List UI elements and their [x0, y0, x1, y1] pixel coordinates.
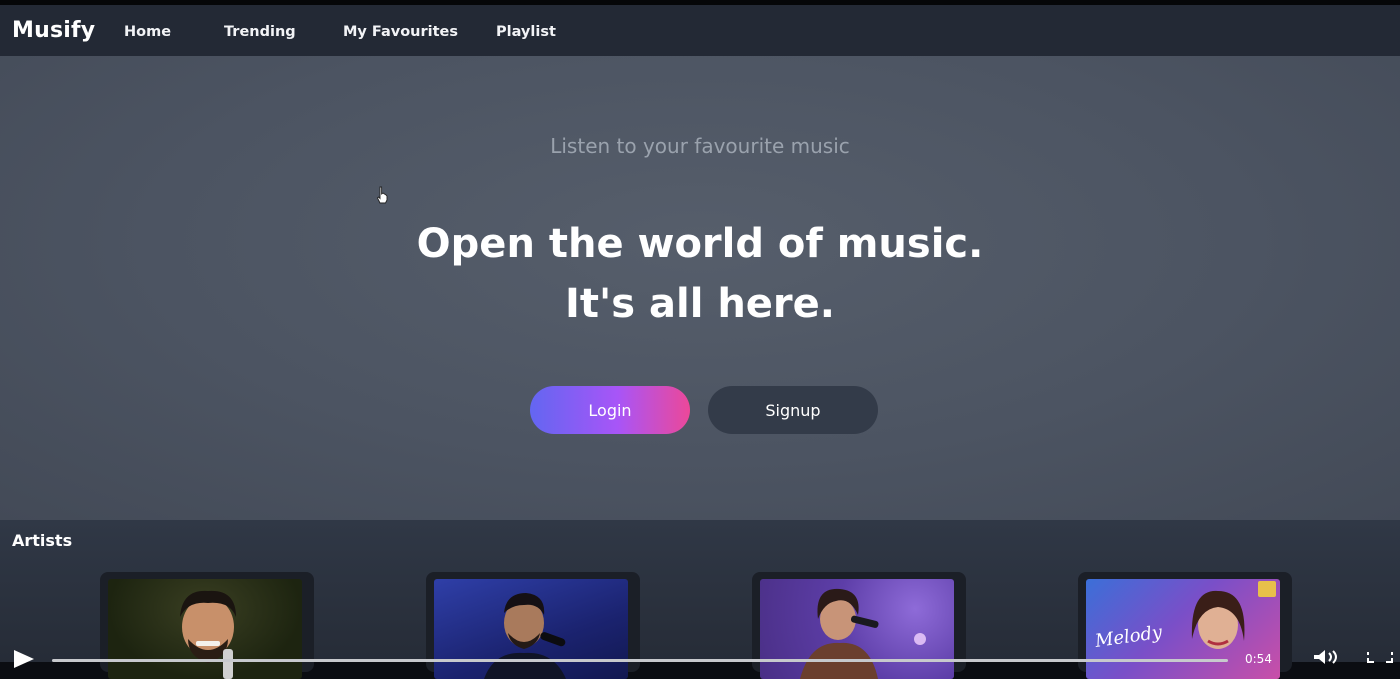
top-navbar: Musify Home Trending My Favourites Playl…	[0, 5, 1400, 56]
hero-tagline: Listen to your favourite music	[550, 134, 850, 158]
artists-section: Artists Melody	[0, 520, 1400, 679]
brand-logo[interactable]: Musify	[12, 18, 95, 43]
video-player-bar: 0:54	[0, 648, 1400, 668]
artist-photo-1	[108, 579, 302, 679]
nav-link-my-favourites[interactable]: My Favourites	[343, 24, 458, 40]
hero-section: Listen to your favourite music Open the …	[0, 56, 1400, 520]
artist-photo-3	[760, 579, 954, 679]
artists-heading: Artists	[12, 531, 73, 550]
artist-photo-2	[434, 579, 628, 679]
hero-headline-line2: It's all here.	[565, 281, 835, 327]
hero-headline-line1: Open the world of music.	[416, 221, 984, 267]
hand-cursor-icon	[376, 186, 388, 204]
time-display: 0:54	[1245, 652, 1272, 666]
login-button[interactable]: Login	[530, 386, 690, 434]
nav-link-playlist[interactable]: Playlist	[496, 24, 556, 40]
nav-link-home[interactable]: Home	[124, 24, 171, 40]
signup-button[interactable]: Signup	[708, 386, 878, 434]
play-icon[interactable]	[14, 650, 34, 668]
nav-link-trending[interactable]: Trending	[224, 24, 296, 40]
